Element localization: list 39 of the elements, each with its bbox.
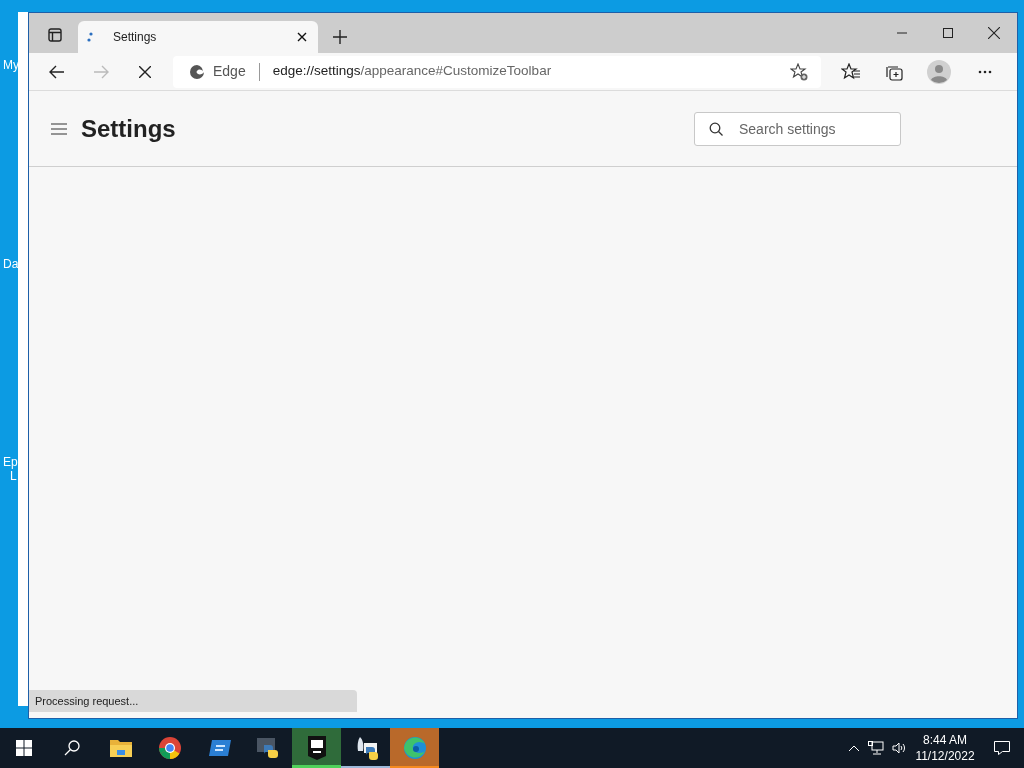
- forward-arrow-icon: [93, 64, 109, 79]
- close-icon: [988, 27, 1000, 39]
- search-field[interactable]: Search settings: [694, 111, 901, 146]
- site-label: Edge: [213, 62, 246, 81]
- tab-title: Settings: [113, 29, 158, 46]
- search-icon: [709, 121, 723, 136]
- speaker-icon: [892, 741, 906, 755]
- more-icon: [978, 69, 992, 74]
- page-title: Settings: [81, 113, 176, 144]
- network-icon: [868, 741, 884, 755]
- chrome-icon: [157, 736, 182, 760]
- desktop-icon-label: Da: [3, 258, 19, 270]
- search-icon: [64, 740, 80, 756]
- desktop-icon-label: L: [10, 470, 17, 482]
- windows-logo-icon: [16, 740, 32, 756]
- plus-icon: [333, 30, 347, 44]
- star-list-icon: [841, 62, 861, 81]
- status-bar: Processing request...: [29, 690, 357, 712]
- address-bar[interactable]: Edge edge://settings/appearance#CustomizeToolbar: [173, 55, 821, 88]
- back-arrow-icon: [49, 64, 65, 79]
- chat-bubble-icon: [994, 740, 1010, 756]
- chevron-up-icon: [849, 745, 859, 751]
- edge-logo-icon: [189, 63, 205, 80]
- desktop-icon-label: My: [3, 59, 19, 71]
- loading-icon: [86, 30, 94, 44]
- clock-button[interactable]: 8:44 AM 11/12/2022: [910, 728, 980, 768]
- browser-tab[interactable]: Settings: [78, 21, 318, 53]
- edge-icon: [402, 736, 427, 760]
- maximize-icon: [943, 28, 953, 38]
- url-text: edge://settings/appearance#CustomizeToolbar: [272, 62, 552, 81]
- folder-icon: [108, 737, 133, 759]
- tab-actions-icon: [48, 28, 62, 42]
- menu-icon: [51, 122, 67, 135]
- star-plus-icon: [790, 62, 808, 81]
- stop-icon: [139, 65, 151, 78]
- close-icon: [297, 32, 307, 42]
- avatar-icon: [927, 59, 951, 84]
- desktop-icon-label: Ep: [3, 456, 18, 468]
- taskbar-app-button[interactable]: [292, 728, 341, 768]
